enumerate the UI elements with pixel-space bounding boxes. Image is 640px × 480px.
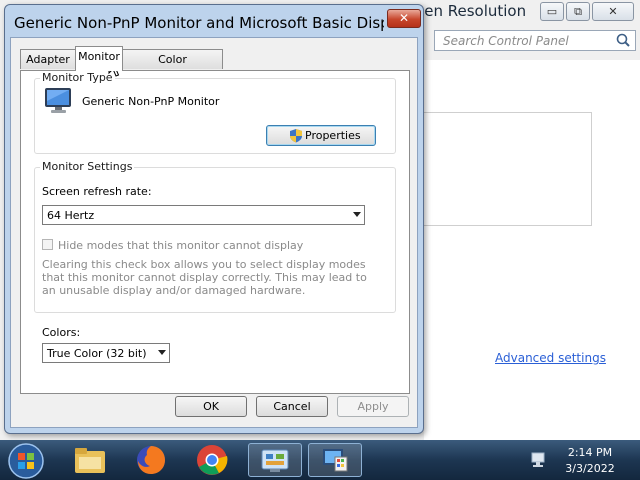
tab-color-management[interactable]: Color Management [122,49,223,86]
refresh-rate-label: Screen refresh rate: [42,185,152,198]
colors-label: Colors: [42,326,81,339]
taskbar-clock[interactable]: 2:14 PM 3/3/2022 [560,445,620,477]
file-explorer-icon[interactable] [73,445,107,475]
properties-button-label: Properties [305,129,361,142]
hide-modes-label: Hide modes that this monitor cannot disp… [58,239,304,252]
shield-icon [290,129,302,143]
window-title: een Resolution [415,2,527,20]
monitor-settings-label: Monitor Settings [40,160,135,173]
tab-monitor[interactable]: Monitor [75,46,123,71]
control-panel-taskbar-item[interactable] [248,443,302,477]
minimize-button[interactable]: ▭ [540,2,564,21]
monitor-type-label: Monitor Type [40,71,115,84]
search-input[interactable]: Search Control Panel [434,30,636,51]
dialog-title: Generic Non-PnP Monitor and Microsoft Ba… [14,14,384,32]
monitor-name: Generic Non-PnP Monitor [82,95,220,108]
refresh-rate-select[interactable]: 64 Hertz [42,205,365,225]
refresh-rate-value: 64 Hertz [47,209,95,222]
clock-time: 2:14 PM [567,446,613,459]
clock-date: 3/3/2022 [565,462,615,475]
start-orb-icon[interactable] [7,442,45,480]
display-preview [424,112,592,226]
restore-button[interactable]: ⧉ [566,2,590,21]
search-placeholder: Search Control Panel [443,34,569,48]
dialog-close-button[interactable]: ✕ [387,9,421,28]
chevron-down-icon [158,350,166,355]
properties-button[interactable]: Properties [266,125,376,146]
monitor-icon [45,88,71,113]
colors-value: True Color (32 bit) [47,347,147,360]
cancel-button[interactable]: Cancel [256,396,328,417]
hide-modes-checkbox[interactable] [42,239,53,250]
chrome-icon[interactable] [195,443,229,477]
display-settings-icon [323,449,348,472]
control-panel-icon [261,449,289,472]
ok-button[interactable]: OK [175,396,247,417]
search-icon[interactable] [615,32,631,48]
apply-button[interactable]: Apply [337,396,409,417]
firefox-icon[interactable] [134,443,168,477]
hide-modes-description: Clearing this check box allows you to se… [42,258,367,297]
close-button[interactable]: ✕ [592,2,634,21]
network-icon[interactable] [529,451,547,469]
display-settings-taskbar-item[interactable] [308,443,362,477]
chevron-down-icon [353,212,361,217]
colors-select[interactable]: True Color (32 bit) [42,343,170,363]
tab-adapter[interactable]: Adapter [20,49,76,69]
advanced-settings-link[interactable]: Advanced settings [495,351,606,365]
